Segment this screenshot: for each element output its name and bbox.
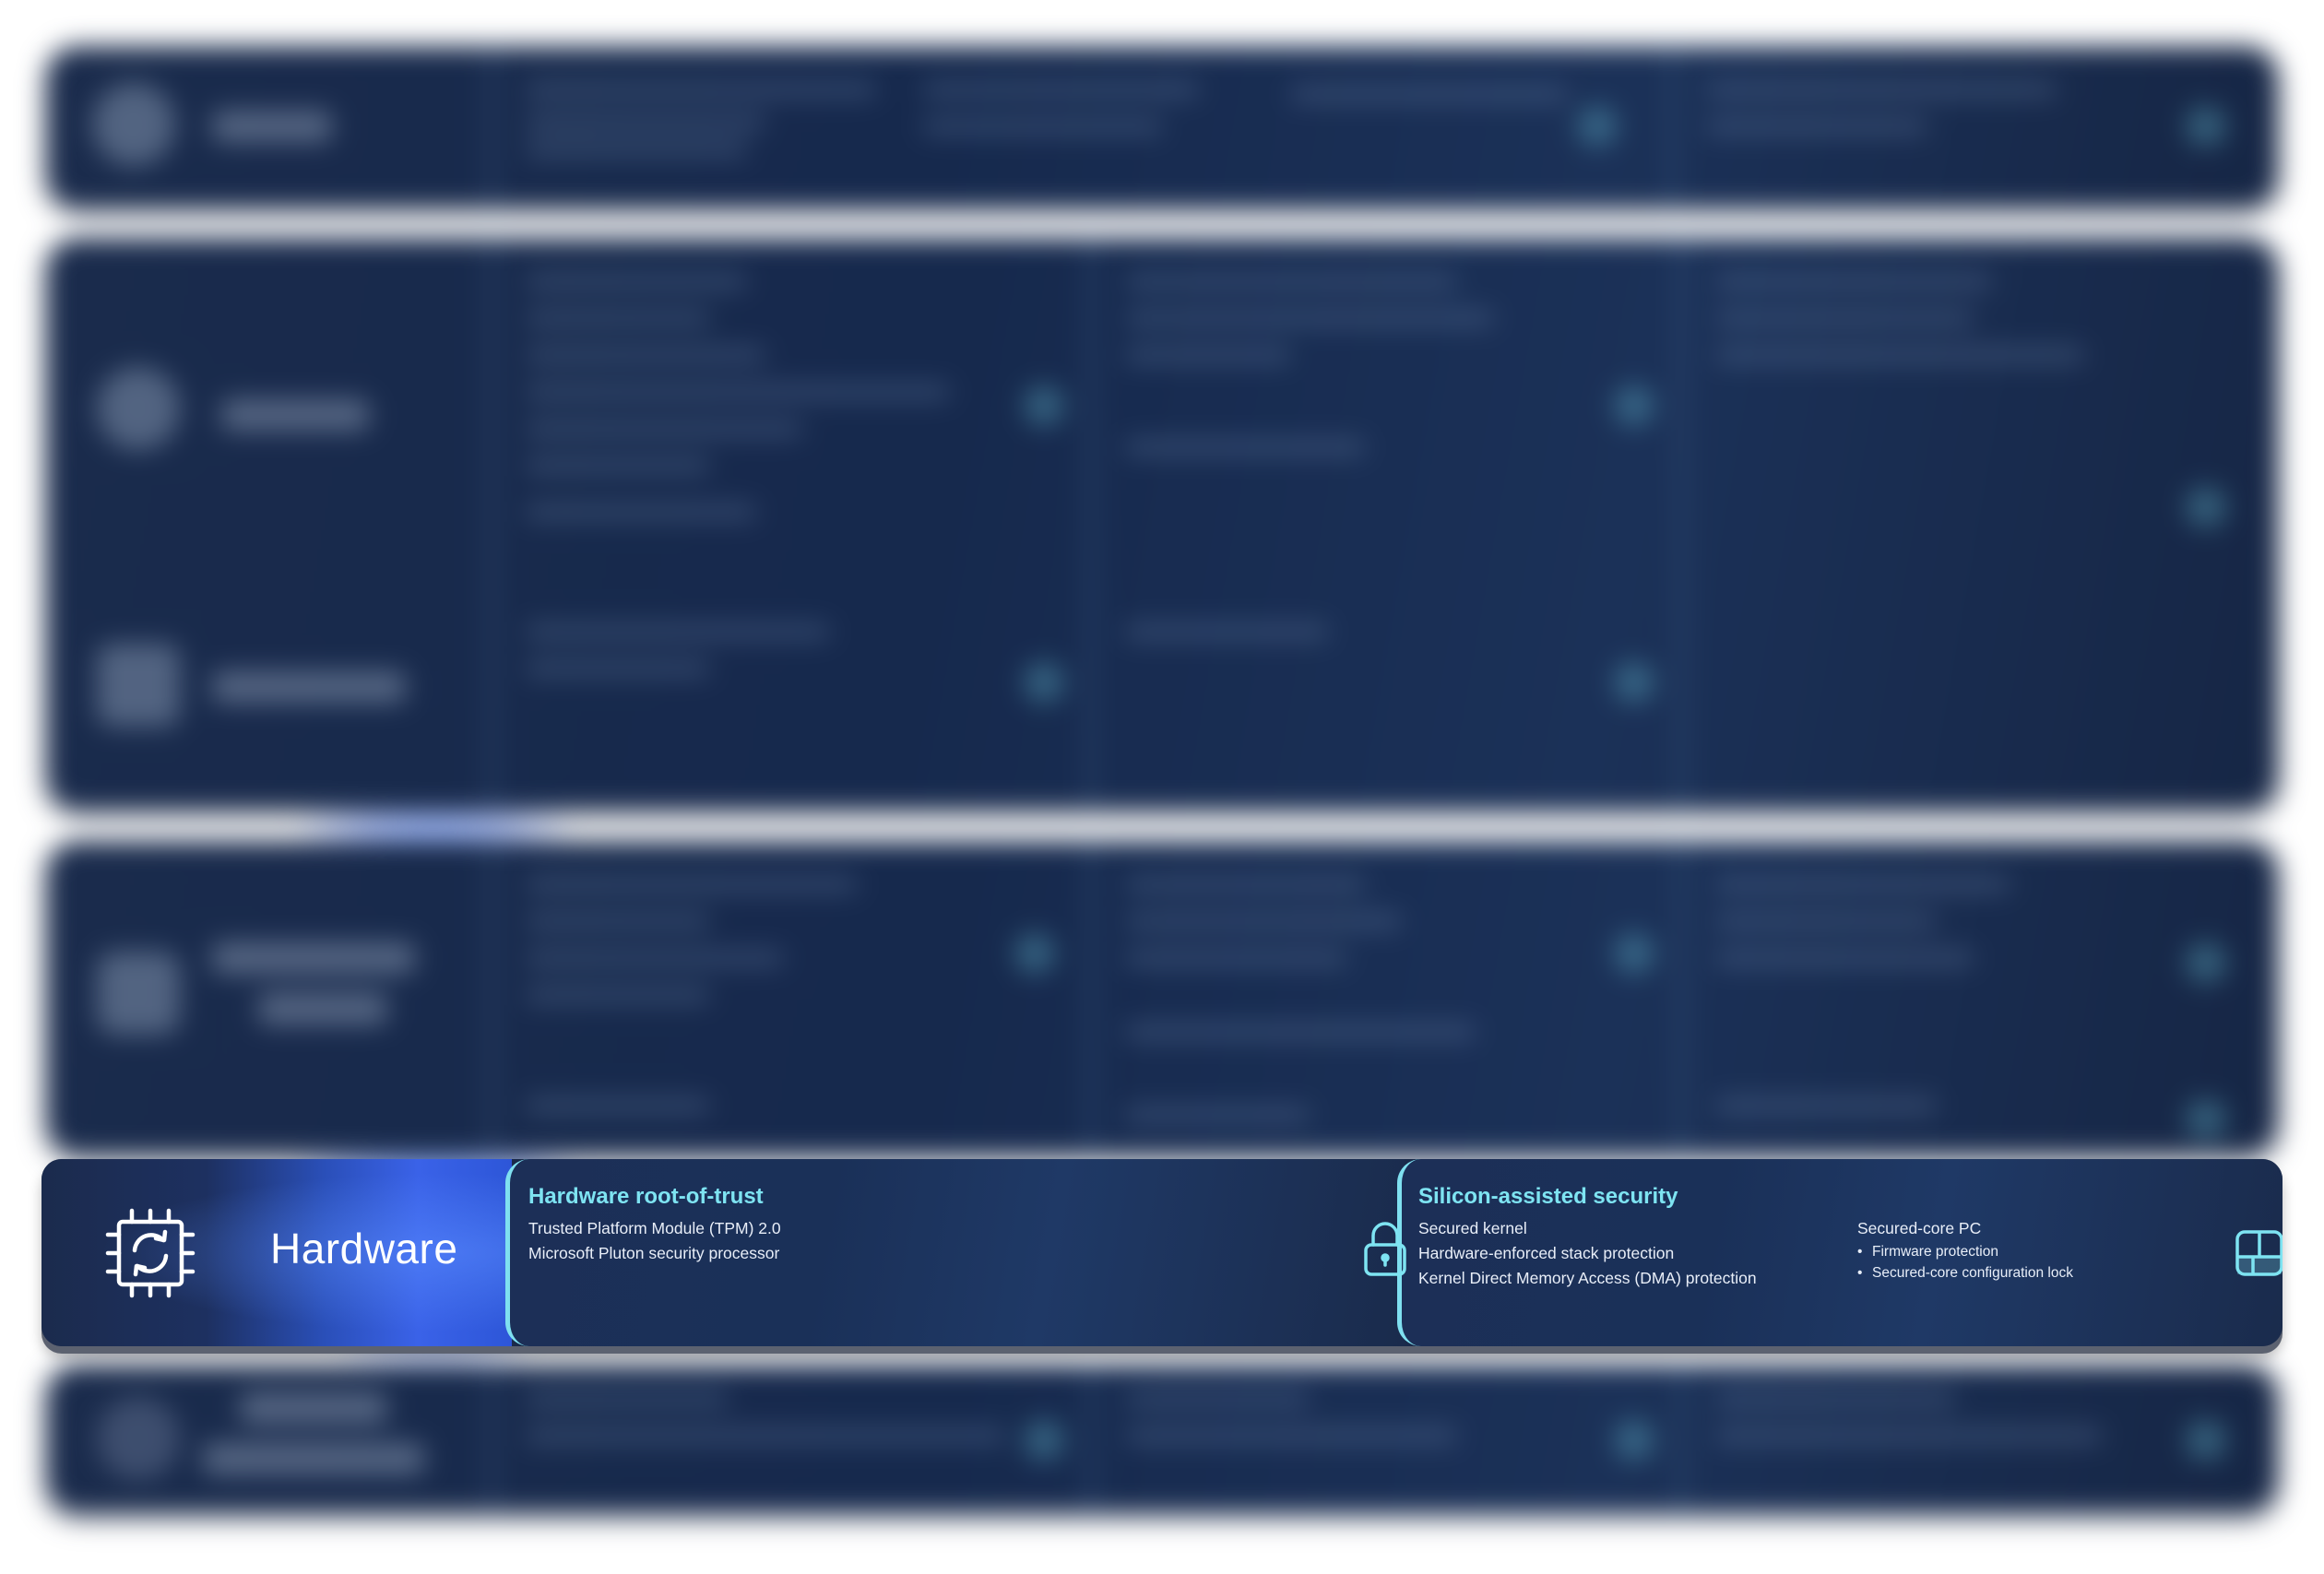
hardware-label-cell: Hardware xyxy=(42,1159,512,1346)
feature-cell-silicon-assisted-security[interactable]: Silicon-assisted security Secured kernel… xyxy=(1397,1159,2282,1346)
row-title: Hardware xyxy=(270,1225,458,1272)
subgroup-list: Firmware protection Secured-core configu… xyxy=(1857,1241,2073,1284)
subgroup-item: Firmware protection xyxy=(1857,1241,2073,1262)
subgroup-heading: Secured-core PC xyxy=(1857,1219,1982,1237)
feature-title: Silicon-assisted security xyxy=(1418,1184,1678,1209)
feature-title: Hardware root-of-trust xyxy=(528,1184,764,1209)
blurred-row xyxy=(46,841,2278,1154)
panel-layout-icon[interactable] xyxy=(2235,1229,2282,1277)
feature-item: Secured kernel xyxy=(1418,1219,1527,1237)
feature-item: Microsoft Pluton security processor xyxy=(528,1244,780,1262)
security-stack-diagram: Hardware Hardware root-of-trust Trusted … xyxy=(0,0,2324,1574)
blurred-row xyxy=(46,46,2278,207)
feature-item: Hardware-enforced stack protection xyxy=(1418,1244,1675,1262)
secured-core-pc-group: Secured-core PC Firmware protection Secu… xyxy=(1857,1216,2073,1284)
subgroup-item: Secured-core configuration lock xyxy=(1857,1262,2073,1284)
chip-refresh-icon xyxy=(105,1208,196,1298)
hardware-row: Hardware Hardware root-of-trust Trusted … xyxy=(42,1159,2282,1346)
feature-item: Kernel Direct Memory Access (DMA) protec… xyxy=(1418,1269,1757,1287)
blurred-row xyxy=(46,238,2278,810)
lock-icon[interactable] xyxy=(1362,1221,1408,1278)
feature-list: Secured kernel Hardware-enforced stack p… xyxy=(1418,1216,1757,1291)
feature-cell-hardware-root-of-trust[interactable]: Hardware root-of-trust Trusted Platform … xyxy=(505,1159,1405,1346)
feature-item: Trusted Platform Module (TPM) 2.0 xyxy=(528,1219,781,1237)
blurred-row xyxy=(46,1365,2278,1512)
feature-list: Trusted Platform Module (TPM) 2.0 Micros… xyxy=(528,1216,781,1266)
